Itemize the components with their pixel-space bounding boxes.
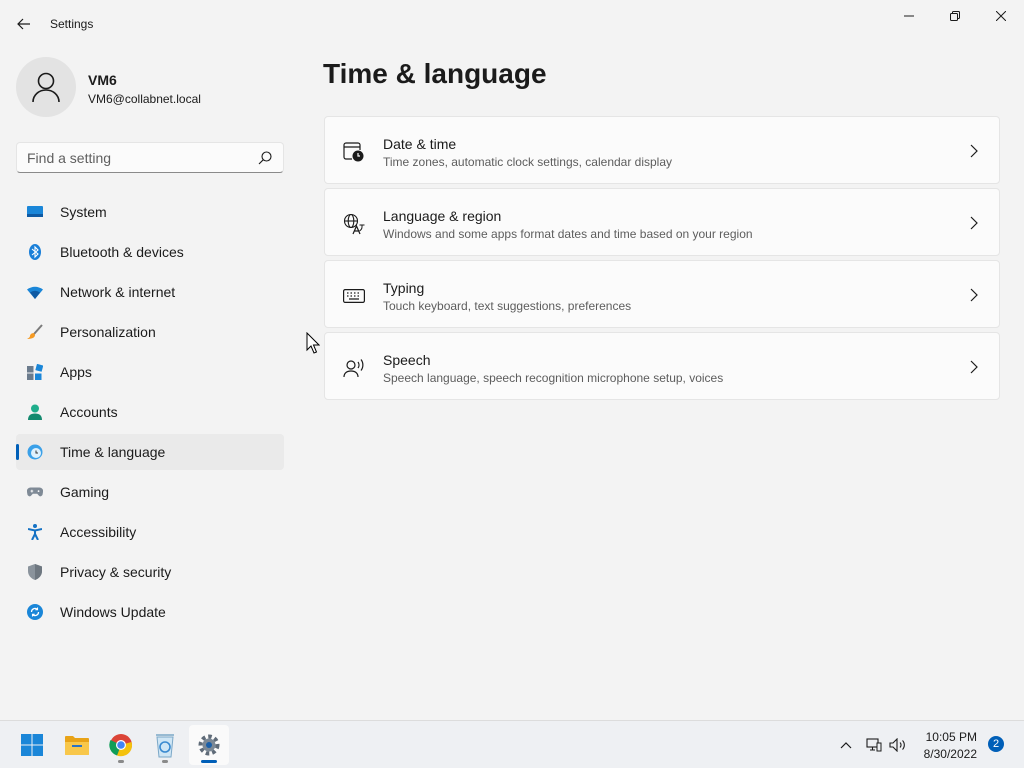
accessibility-icon — [27, 524, 43, 540]
sidebar-item-privacy[interactable]: Privacy & security — [16, 554, 284, 590]
recycle-bin-icon — [156, 734, 174, 758]
search-icon[interactable] — [257, 150, 273, 166]
keyboard-icon — [343, 285, 365, 307]
network-tray-button[interactable] — [864, 733, 884, 757]
restore-icon — [950, 11, 960, 21]
active-indicator — [201, 760, 217, 763]
close-button[interactable] — [978, 0, 1024, 32]
mouse-cursor-icon — [306, 332, 320, 354]
show-hidden-icons-button[interactable] — [836, 733, 856, 757]
sidebar-item-apps[interactable]: Apps — [16, 354, 284, 390]
sidebar-item-personalization[interactable]: Personalization — [16, 314, 284, 350]
chevron-up-icon — [840, 742, 852, 749]
bluetooth-icon — [27, 244, 43, 260]
sidebar-nav: System Bluetooth & devices Network & int… — [16, 194, 284, 634]
volume-icon — [889, 738, 905, 752]
globe-clock-icon — [27, 444, 43, 460]
page-title: Time & language — [323, 58, 547, 89]
sidebar-item-network[interactable]: Network & internet — [16, 274, 284, 310]
settings-cards: Date & time Time zones, automatic clock … — [324, 116, 1000, 404]
search-box[interactable] — [16, 142, 284, 173]
taskbar-chrome[interactable] — [101, 725, 141, 765]
calendar-clock-icon — [343, 141, 365, 163]
card-speech[interactable]: Speech Speech language, speech recogniti… — [324, 332, 1000, 400]
speech-icon — [343, 357, 365, 379]
volume-tray-button[interactable] — [888, 733, 908, 757]
chevron-right-icon — [970, 216, 978, 230]
user-icon — [32, 72, 60, 103]
card-typing[interactable]: Typing Touch keyboard, text suggestions,… — [324, 260, 1000, 328]
user-email: VM6@collabnet.local — [88, 92, 201, 106]
close-icon — [996, 11, 1006, 21]
sidebar-item-system[interactable]: System — [16, 194, 284, 230]
back-button[interactable] — [10, 10, 38, 38]
app-title: Settings — [50, 17, 94, 31]
apps-icon — [27, 364, 43, 380]
sidebar-item-gaming[interactable]: Gaming — [16, 474, 284, 510]
restore-button[interactable] — [932, 0, 978, 32]
file-explorer-icon — [65, 736, 89, 755]
running-indicator — [118, 760, 124, 763]
card-language-region[interactable]: Language & region Windows and some apps … — [324, 188, 1000, 256]
avatar[interactable] — [16, 57, 76, 117]
sidebar-item-windows-update[interactable]: Windows Update — [16, 594, 284, 630]
minimize-button[interactable] — [886, 0, 932, 32]
chevron-right-icon — [970, 288, 978, 302]
start-button[interactable] — [12, 725, 52, 765]
title-bar: Settings — [0, 0, 1024, 48]
sidebar-item-accessibility[interactable]: Accessibility — [16, 514, 284, 550]
chevron-right-icon — [970, 144, 978, 158]
sidebar-item-accounts[interactable]: Accounts — [16, 394, 284, 430]
clock-time[interactable]: 10:05 PM — [926, 730, 977, 744]
accounts-icon — [27, 404, 43, 420]
taskbar-settings[interactable] — [189, 725, 229, 765]
network-icon — [866, 738, 882, 752]
brush-icon — [27, 324, 43, 340]
search-input[interactable] — [17, 143, 253, 172]
chrome-icon — [109, 734, 132, 757]
taskbar-file-explorer[interactable] — [57, 725, 97, 765]
shield-icon — [27, 564, 43, 580]
chevron-right-icon — [970, 360, 978, 374]
settings-icon — [198, 734, 220, 756]
user-name: VM6 — [88, 72, 117, 88]
start-icon — [21, 734, 43, 756]
card-date-time[interactable]: Date & time Time zones, automatic clock … — [324, 116, 1000, 184]
clock-date[interactable]: 8/30/2022 — [924, 747, 977, 761]
wifi-icon — [27, 284, 43, 300]
update-icon — [27, 604, 43, 620]
taskbar-recycle-bin[interactable] — [145, 725, 185, 765]
language-icon — [343, 213, 365, 235]
gamepad-icon — [27, 484, 43, 500]
system-icon — [27, 204, 43, 220]
running-indicator — [162, 760, 168, 763]
minimize-icon — [904, 15, 914, 17]
sidebar-item-time-language[interactable]: Time & language — [16, 434, 284, 470]
notification-badge[interactable]: 2 — [988, 736, 1004, 752]
taskbar: 10:05 PM 8/30/2022 — [0, 720, 1024, 768]
arrow-left-icon — [17, 18, 30, 30]
sidebar-item-bluetooth[interactable]: Bluetooth & devices — [16, 234, 284, 270]
